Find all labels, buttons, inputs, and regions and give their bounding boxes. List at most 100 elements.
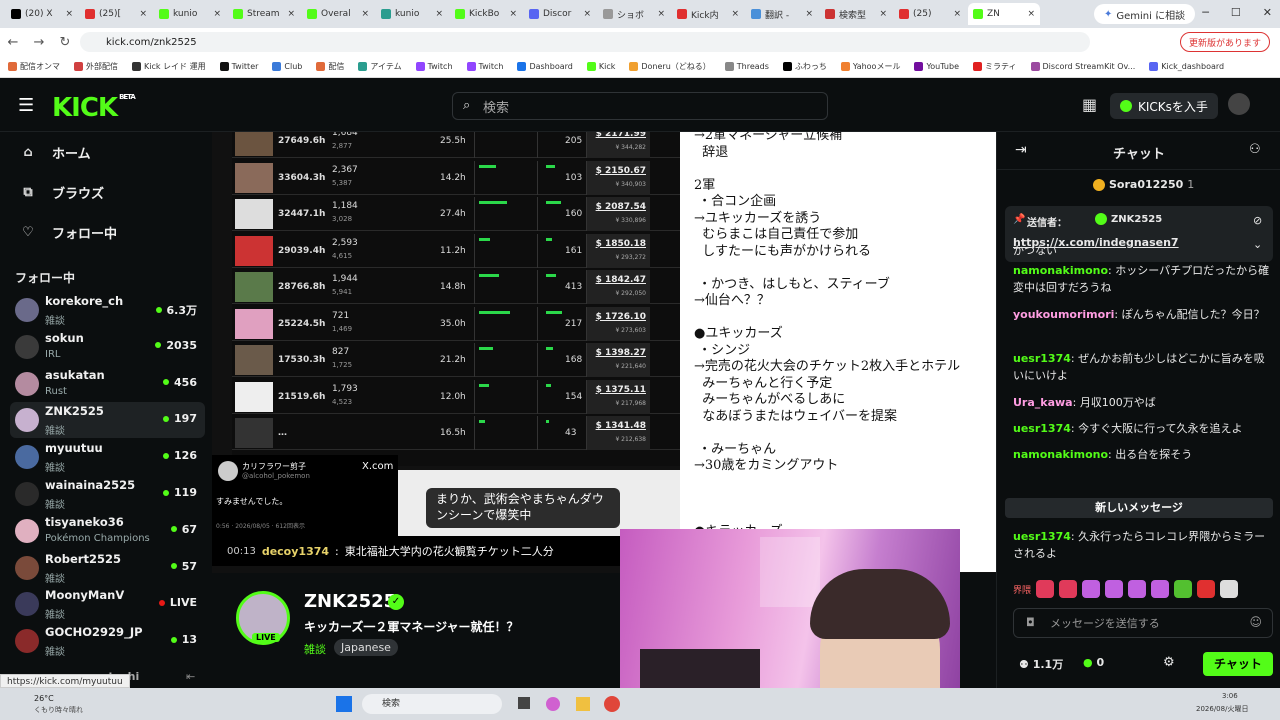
bookmark-item[interactable]: Yahooメール	[840, 61, 900, 72]
followed-channel[interactable]: korekore_ch 雑談 6.3万	[10, 292, 205, 328]
chrome-icon[interactable]	[604, 696, 620, 712]
minimize-icon[interactable]: ─	[1202, 6, 1209, 19]
copilot-icon[interactable]	[546, 697, 560, 711]
sidebar-nav-item[interactable]: ♡ フォロー中	[0, 212, 210, 252]
tab-close-icon[interactable]: ×	[213, 9, 221, 19]
get-kicks-button[interactable]: KICKsを入手	[1110, 93, 1218, 119]
update-button[interactable]: 更新版があります	[1179, 32, 1270, 52]
bookmark-item[interactable]: Kick	[586, 62, 615, 71]
chat-user[interactable]: uesr1374	[1013, 530, 1071, 543]
bookmark-item[interactable]: ミラティ	[972, 61, 1017, 72]
bookmark-item[interactable]: Twitter	[219, 62, 258, 71]
chat-user[interactable]: youkoumorimori	[1013, 308, 1114, 321]
bookmark-item[interactable]: 外部配信	[74, 61, 118, 72]
emote-icon[interactable]	[1059, 580, 1078, 598]
language-tag[interactable]: Japanese	[334, 639, 398, 656]
tab-close-icon[interactable]: ×	[879, 9, 887, 19]
tab-close-icon[interactable]: ×	[65, 9, 73, 19]
tab-close-icon[interactable]: ×	[953, 9, 961, 19]
tab-close-icon[interactable]: ×	[361, 9, 369, 19]
tab-close-icon[interactable]: ×	[1027, 9, 1035, 19]
bookmark-item[interactable]: Doneru（どねる）	[629, 61, 711, 72]
collapse-chat-icon[interactable]: ⇥	[1015, 142, 1027, 158]
browser-tab[interactable]: Kick内 ×	[672, 3, 744, 25]
stream-category[interactable]: 雑談	[304, 641, 326, 657]
tab-close-icon[interactable]: ×	[657, 9, 665, 19]
tab-close-icon[interactable]: ×	[435, 9, 443, 19]
taskview-icon[interactable]	[518, 697, 530, 709]
followed-channel[interactable]: Robert2525 雑談 57	[10, 550, 205, 586]
bookmark-item[interactable]: Discord StreamKit Ov...	[1030, 62, 1135, 71]
browser-tab[interactable]: kunio ×	[154, 3, 226, 25]
tab-close-icon[interactable]: ×	[731, 9, 739, 19]
emote-icon[interactable]	[1220, 580, 1239, 598]
followed-channel[interactable]: ZNK2525 雑談 197	[10, 402, 205, 439]
tab-close-icon[interactable]: ×	[509, 9, 517, 19]
chat-user[interactable]: uesr1374	[1013, 422, 1071, 435]
bookmark-item[interactable]: Kick レイド 運用	[132, 61, 206, 72]
browser-tab[interactable]: Overal ×	[302, 3, 374, 25]
chat-user[interactable]: uesr1374	[1013, 352, 1071, 365]
chat-user[interactable]: namonakimono	[1013, 448, 1108, 461]
browser-tab[interactable]: (25)[×	[80, 3, 152, 25]
emote-icon[interactable]	[1036, 580, 1055, 598]
browser-tab[interactable]: ZN ×	[968, 3, 1040, 25]
followed-channel[interactable]: MoonyManV 雑談 LIVE	[10, 586, 205, 622]
menu-icon[interactable]: ☰	[18, 95, 34, 116]
user-avatar[interactable]	[1228, 93, 1250, 115]
followed-channel[interactable]: wainaina2525 雑談 119	[10, 476, 205, 512]
maximize-icon[interactable]: ☐	[1231, 6, 1241, 19]
library-icon[interactable]: ▦	[1082, 95, 1097, 114]
sidebar-nav-item[interactable]: ⌂ ホーム	[0, 132, 210, 172]
emote-icon[interactable]	[1105, 580, 1124, 598]
browser-tab[interactable]: 翻訳 - ×	[746, 3, 818, 25]
bookmark-item[interactable]: Club	[272, 62, 302, 71]
chat-user[interactable]: Ura_kawa	[1013, 396, 1073, 409]
tab-close-icon[interactable]: ×	[139, 9, 147, 19]
bookmark-item[interactable]: Kick_dashboard	[1149, 62, 1224, 71]
tab-close-icon[interactable]: ×	[805, 9, 813, 19]
search-input[interactable]: ⌕ 検索	[452, 92, 828, 120]
browser-tab[interactable]: Discor ×	[524, 3, 596, 25]
emoji-icon[interactable]: ☺	[1249, 615, 1262, 629]
bookmark-item[interactable]: 配信	[316, 61, 344, 72]
bookmark-item[interactable]: YouTube	[914, 62, 959, 71]
bookmark-item[interactable]: 配信オンマ	[8, 61, 60, 72]
browser-tab[interactable]: ショボ ×	[598, 3, 670, 25]
browser-tab[interactable]: Stream ×	[228, 3, 300, 25]
close-window-icon[interactable]: ✕	[1263, 6, 1272, 19]
followed-channel[interactable]: GOCHO2929_JP 雑談 13	[10, 623, 205, 659]
bookmark-item[interactable]: Threads	[724, 62, 769, 71]
emote-icon[interactable]	[1128, 580, 1147, 598]
emote-icon[interactable]	[1082, 580, 1101, 598]
kick-logo[interactable]: KICK BETA	[52, 93, 136, 123]
tab-close-icon[interactable]: ×	[287, 9, 295, 19]
emote-icon[interactable]	[1151, 580, 1170, 598]
browser-tab[interactable]: (25) ×	[894, 3, 966, 25]
browser-tab[interactable]: (20) X ×	[6, 3, 78, 25]
reload-icon[interactable]: ↻	[52, 35, 78, 50]
tab-close-icon[interactable]: ×	[583, 9, 591, 19]
browser-tab[interactable]: KickBo ×	[450, 3, 522, 25]
back-icon[interactable]: ←	[0, 35, 26, 50]
followed-channel[interactable]: sokun IRL 2035	[10, 329, 205, 365]
bookmark-item[interactable]: アイテム	[358, 61, 402, 72]
chat-send-button[interactable]: チャット	[1203, 652, 1273, 676]
sidebar-nav-item[interactable]: ⧉ ブラウズ	[0, 172, 210, 212]
new-messages-banner[interactable]: 新しいメッセージ	[1005, 498, 1273, 518]
taskbar-search[interactable]: 検索	[362, 694, 502, 714]
address-bar[interactable]: kick.com/znk2525	[80, 32, 1090, 52]
collapse-sidebar-icon[interactable]: ⇤	[186, 670, 195, 683]
gemini-tab[interactable]: ✦ Gemini に相談	[1094, 4, 1196, 24]
emote-icon[interactable]	[1197, 580, 1216, 598]
bookmark-item[interactable]: Twitch	[415, 62, 453, 71]
browser-tab[interactable]: 検索型 ×	[820, 3, 892, 25]
explorer-icon[interactable]	[576, 697, 590, 711]
followed-channel[interactable]: asukatan Rust 456	[10, 366, 205, 402]
followed-channel[interactable]: myuutuu 雑談 126	[10, 439, 205, 475]
bookmark-item[interactable]: Dashboard	[517, 62, 573, 71]
emote-icon[interactable]	[1174, 580, 1193, 598]
bookmark-item[interactable]: Twitch	[466, 62, 503, 71]
chat-input[interactable]: ◘ メッセージを送信する ☺	[1013, 608, 1273, 638]
chat-users-icon[interactable]: ⚇	[1249, 142, 1261, 157]
